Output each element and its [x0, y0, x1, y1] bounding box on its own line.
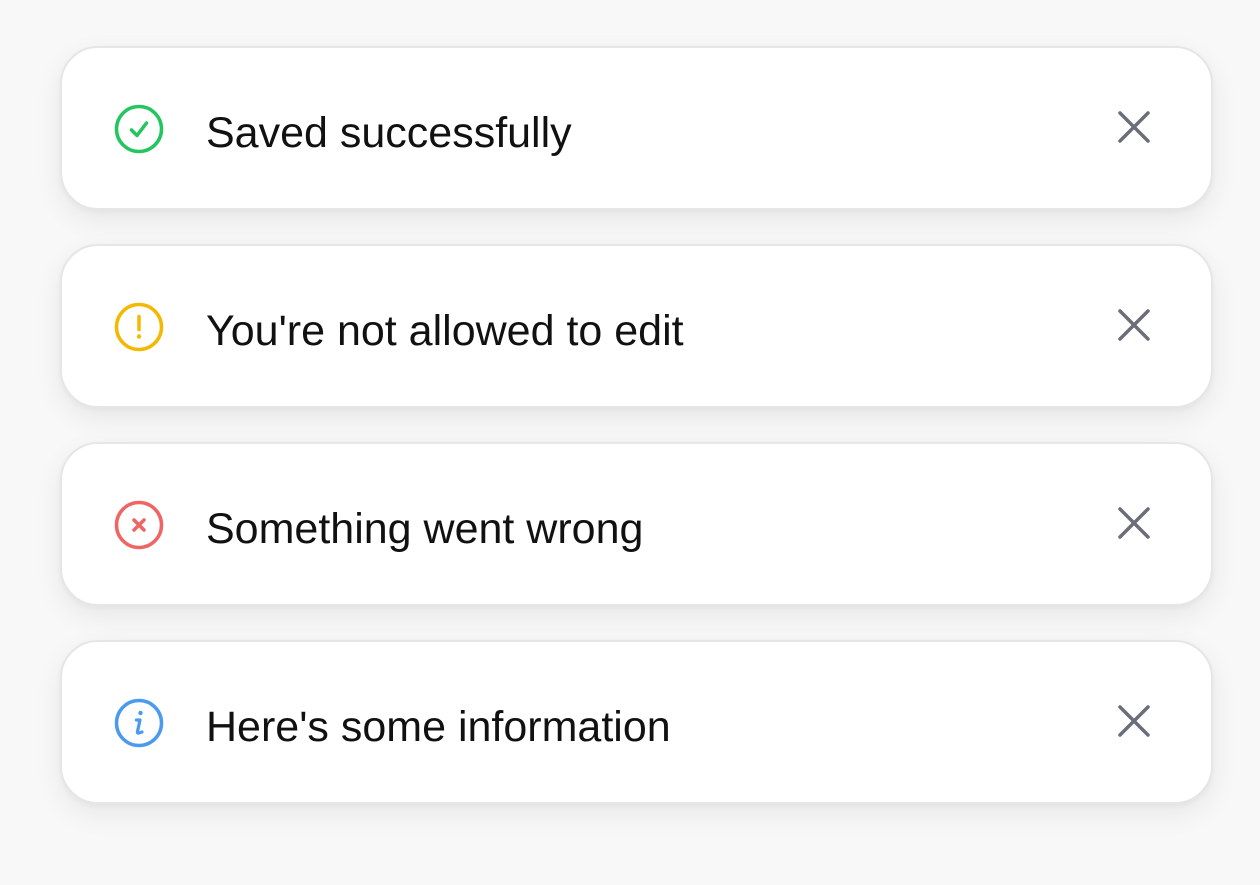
toast-warning: You're not allowed to edit: [60, 244, 1213, 408]
close-icon: [1113, 502, 1155, 544]
toast-info: Here's some information: [60, 640, 1213, 804]
toast-close-button[interactable]: [1113, 502, 1155, 544]
toast-message: Saved successfully: [206, 109, 572, 157]
toast-stack: Saved successfully You're not allowed to…: [60, 46, 1213, 804]
toast-success: Saved successfully: [60, 46, 1213, 210]
toast-close-button[interactable]: [1113, 106, 1155, 148]
toast-message: You're not allowed to edit: [206, 307, 684, 355]
toast-message: Here's some information: [206, 703, 671, 751]
toast-message: Something went wrong: [206, 505, 644, 553]
toast-error: Something went wrong: [60, 442, 1213, 606]
close-icon: [1113, 700, 1155, 742]
close-icon: [1113, 106, 1155, 148]
exclamation-circle-icon: [114, 302, 164, 352]
x-circle-icon: [114, 500, 164, 550]
toast-close-button[interactable]: [1113, 304, 1155, 346]
check-circle-icon: [114, 104, 164, 154]
toast-close-button[interactable]: [1113, 700, 1155, 742]
info-circle-icon: [114, 698, 164, 748]
close-icon: [1113, 304, 1155, 346]
